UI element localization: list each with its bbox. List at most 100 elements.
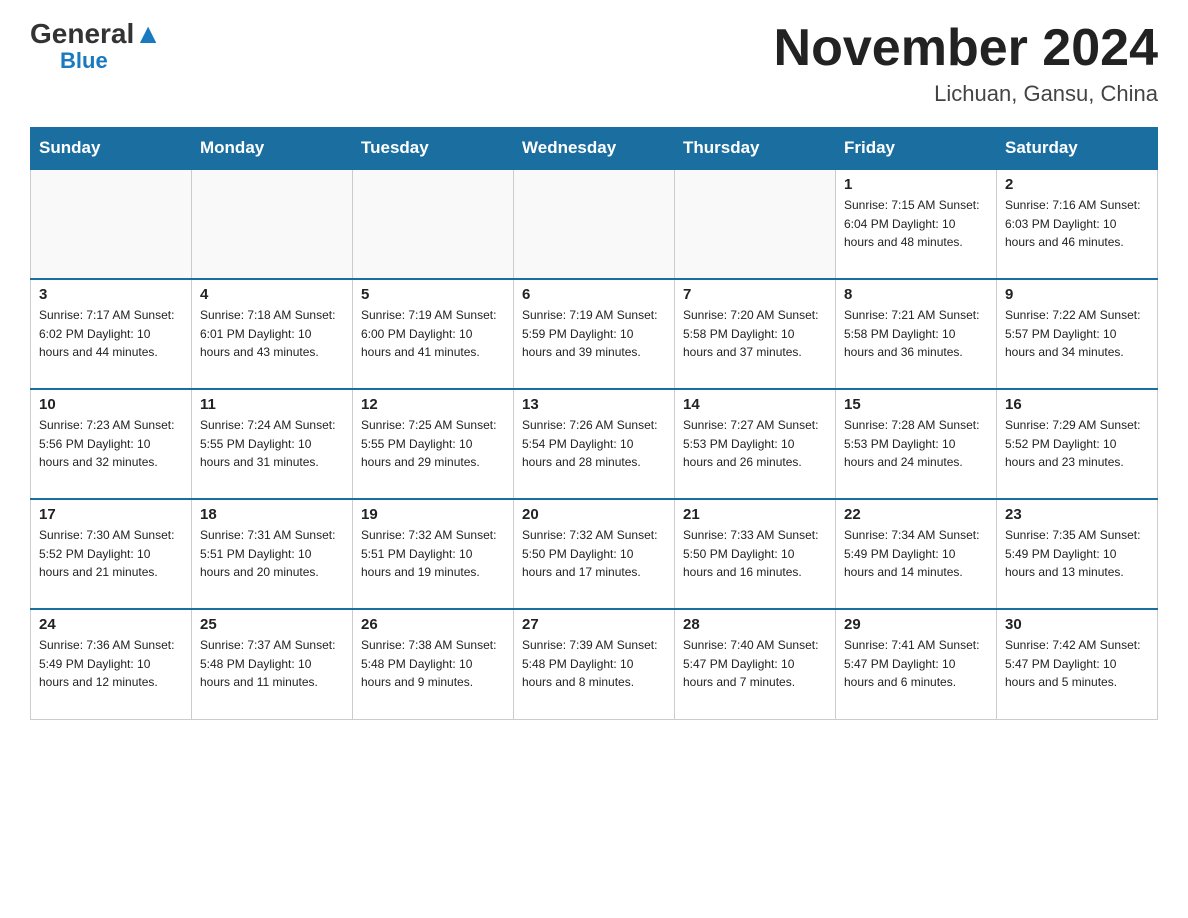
- day-info: Sunrise: 7:17 AM Sunset: 6:02 PM Dayligh…: [39, 306, 183, 362]
- day-info: Sunrise: 7:32 AM Sunset: 5:50 PM Dayligh…: [522, 526, 666, 582]
- calendar-cell: 16 Sunrise: 7:29 AM Sunset: 5:52 PM Dayli…: [997, 389, 1158, 499]
- day-number: 8: [844, 286, 988, 303]
- day-number: 29: [844, 616, 988, 633]
- day-info: Sunrise: 7:37 AM Sunset: 5:48 PM Dayligh…: [200, 636, 344, 692]
- calendar-cell: 30 Sunrise: 7:42 AM Sunset: 5:47 PM Dayli…: [997, 609, 1158, 719]
- calendar-week-row: 10 Sunrise: 7:23 AM Sunset: 5:56 PM Dayli…: [31, 389, 1158, 499]
- calendar-cell: 2 Sunrise: 7:16 AM Sunset: 6:03 PM Daylig…: [997, 169, 1158, 279]
- calendar-week-row: 24Sunrise: 7:36 AM Sunset: 5:49 PM Dayli…: [31, 609, 1158, 719]
- col-header-monday: Monday: [192, 128, 353, 170]
- calendar-week-row: 1Sunrise: 7:15 AM Sunset: 6:04 PM Daylig…: [31, 169, 1158, 279]
- day-info: Sunrise: 7:24 AM Sunset: 5:55 PM Dayligh…: [200, 416, 344, 472]
- calendar-cell: 4 Sunrise: 7:18 AM Sunset: 6:01 PM Daylig…: [192, 279, 353, 389]
- day-number: 30: [1005, 616, 1149, 633]
- calendar-cell: 15Sunrise: 7:28 AM Sunset: 5:53 PM Dayli…: [836, 389, 997, 499]
- day-info: Sunrise: 7:39 AM Sunset: 5:48 PM Dayligh…: [522, 636, 666, 692]
- calendar-cell: 20 Sunrise: 7:32 AM Sunset: 5:50 PM Dayli…: [514, 499, 675, 609]
- day-info: Sunrise: 7:15 AM Sunset: 6:04 PM Dayligh…: [844, 196, 988, 252]
- logo-blue-text: Blue: [60, 48, 108, 74]
- col-header-thursday: Thursday: [675, 128, 836, 170]
- calendar-cell: 18 Sunrise: 7:31 AM Sunset: 5:51 PM Dayli…: [192, 499, 353, 609]
- day-number: 15: [844, 396, 988, 413]
- day-number: 5: [361, 286, 505, 303]
- day-info: Sunrise: 7:29 AM Sunset: 5:52 PM Dayligh…: [1005, 416, 1149, 472]
- day-number: 22: [844, 506, 988, 523]
- day-info: Sunrise: 7:42 AM Sunset: 5:47 PM Dayligh…: [1005, 636, 1149, 692]
- day-number: 3: [39, 286, 183, 303]
- day-number: 28: [683, 616, 827, 633]
- day-info: Sunrise: 7:35 AM Sunset: 5:49 PM Dayligh…: [1005, 526, 1149, 582]
- day-info: Sunrise: 7:38 AM Sunset: 5:48 PM Dayligh…: [361, 636, 505, 692]
- day-info: Sunrise: 7:30 AM Sunset: 5:52 PM Dayligh…: [39, 526, 183, 582]
- day-number: 4: [200, 286, 344, 303]
- calendar-cell: 26 Sunrise: 7:38 AM Sunset: 5:48 PM Dayli…: [353, 609, 514, 719]
- logo: General▲ Blue: [30, 20, 162, 74]
- calendar-cell: 11 Sunrise: 7:24 AM Sunset: 5:55 PM Dayli…: [192, 389, 353, 499]
- day-number: 10: [39, 396, 183, 413]
- calendar-cell: 13 Sunrise: 7:26 AM Sunset: 5:54 PM Dayli…: [514, 389, 675, 499]
- day-number: 13: [522, 396, 666, 413]
- calendar-cell: 12 Sunrise: 7:25 AM Sunset: 5:55 PM Dayli…: [353, 389, 514, 499]
- calendar-cell: 25 Sunrise: 7:37 AM Sunset: 5:48 PM Dayli…: [192, 609, 353, 719]
- col-header-wednesday: Wednesday: [514, 128, 675, 170]
- calendar-week-row: 3 Sunrise: 7:17 AM Sunset: 6:02 PM Daylig…: [31, 279, 1158, 389]
- day-info: Sunrise: 7:18 AM Sunset: 6:01 PM Dayligh…: [200, 306, 344, 362]
- calendar-cell: [31, 169, 192, 279]
- calendar-cell: 10 Sunrise: 7:23 AM Sunset: 5:56 PM Dayli…: [31, 389, 192, 499]
- day-number: 17: [39, 506, 183, 523]
- calendar-table: SundayMondayTuesdayWednesdayThursdayFrid…: [30, 127, 1158, 720]
- day-info: Sunrise: 7:31 AM Sunset: 5:51 PM Dayligh…: [200, 526, 344, 582]
- calendar-title: November 2024: [774, 20, 1158, 77]
- calendar-cell: [192, 169, 353, 279]
- calendar-header-row: SundayMondayTuesdayWednesdayThursdayFrid…: [31, 128, 1158, 170]
- calendar-cell: 23Sunrise: 7:35 AM Sunset: 5:49 PM Dayli…: [997, 499, 1158, 609]
- day-number: 14: [683, 396, 827, 413]
- day-number: 18: [200, 506, 344, 523]
- day-number: 25: [200, 616, 344, 633]
- col-header-saturday: Saturday: [997, 128, 1158, 170]
- col-header-sunday: Sunday: [31, 128, 192, 170]
- calendar-cell: 14Sunrise: 7:27 AM Sunset: 5:53 PM Dayli…: [675, 389, 836, 499]
- calendar-cell: 17 Sunrise: 7:30 AM Sunset: 5:52 PM Dayli…: [31, 499, 192, 609]
- calendar-cell: 7 Sunrise: 7:20 AM Sunset: 5:58 PM Daylig…: [675, 279, 836, 389]
- day-info: Sunrise: 7:41 AM Sunset: 5:47 PM Dayligh…: [844, 636, 988, 692]
- day-number: 7: [683, 286, 827, 303]
- logo-general-text: General▲: [30, 20, 162, 48]
- day-info: Sunrise: 7:32 AM Sunset: 5:51 PM Dayligh…: [361, 526, 505, 582]
- calendar-cell: 9 Sunrise: 7:22 AM Sunset: 5:57 PM Daylig…: [997, 279, 1158, 389]
- calendar-cell: [675, 169, 836, 279]
- calendar-cell: 19 Sunrise: 7:32 AM Sunset: 5:51 PM Dayli…: [353, 499, 514, 609]
- day-number: 9: [1005, 286, 1149, 303]
- day-number: 16: [1005, 396, 1149, 413]
- calendar-subtitle: Lichuan, Gansu, China: [774, 81, 1158, 107]
- day-info: Sunrise: 7:25 AM Sunset: 5:55 PM Dayligh…: [361, 416, 505, 472]
- day-number: 27: [522, 616, 666, 633]
- calendar-cell: 22Sunrise: 7:34 AM Sunset: 5:49 PM Dayli…: [836, 499, 997, 609]
- day-number: 2: [1005, 176, 1149, 193]
- day-info: Sunrise: 7:21 AM Sunset: 5:58 PM Dayligh…: [844, 306, 988, 362]
- day-info: Sunrise: 7:36 AM Sunset: 5:49 PM Dayligh…: [39, 636, 183, 692]
- day-info: Sunrise: 7:26 AM Sunset: 5:54 PM Dayligh…: [522, 416, 666, 472]
- day-number: 20: [522, 506, 666, 523]
- calendar-cell: 5 Sunrise: 7:19 AM Sunset: 6:00 PM Daylig…: [353, 279, 514, 389]
- title-block: November 2024 Lichuan, Gansu, China: [774, 20, 1158, 107]
- day-number: 11: [200, 396, 344, 413]
- day-info: Sunrise: 7:40 AM Sunset: 5:47 PM Dayligh…: [683, 636, 827, 692]
- calendar-cell: [353, 169, 514, 279]
- day-number: 26: [361, 616, 505, 633]
- day-number: 19: [361, 506, 505, 523]
- calendar-cell: 27 Sunrise: 7:39 AM Sunset: 5:48 PM Dayli…: [514, 609, 675, 719]
- day-info: Sunrise: 7:20 AM Sunset: 5:58 PM Dayligh…: [683, 306, 827, 362]
- day-number: 21: [683, 506, 827, 523]
- day-number: 12: [361, 396, 505, 413]
- calendar-week-row: 17 Sunrise: 7:30 AM Sunset: 5:52 PM Dayli…: [31, 499, 1158, 609]
- calendar-cell: 28 Sunrise: 7:40 AM Sunset: 5:47 PM Dayli…: [675, 609, 836, 719]
- calendar-cell: 21 Sunrise: 7:33 AM Sunset: 5:50 PM Dayli…: [675, 499, 836, 609]
- day-info: Sunrise: 7:19 AM Sunset: 6:00 PM Dayligh…: [361, 306, 505, 362]
- day-info: Sunrise: 7:33 AM Sunset: 5:50 PM Dayligh…: [683, 526, 827, 582]
- day-info: Sunrise: 7:16 AM Sunset: 6:03 PM Dayligh…: [1005, 196, 1149, 252]
- day-info: Sunrise: 7:22 AM Sunset: 5:57 PM Dayligh…: [1005, 306, 1149, 362]
- calendar-cell: [514, 169, 675, 279]
- day-info: Sunrise: 7:23 AM Sunset: 5:56 PM Dayligh…: [39, 416, 183, 472]
- col-header-tuesday: Tuesday: [353, 128, 514, 170]
